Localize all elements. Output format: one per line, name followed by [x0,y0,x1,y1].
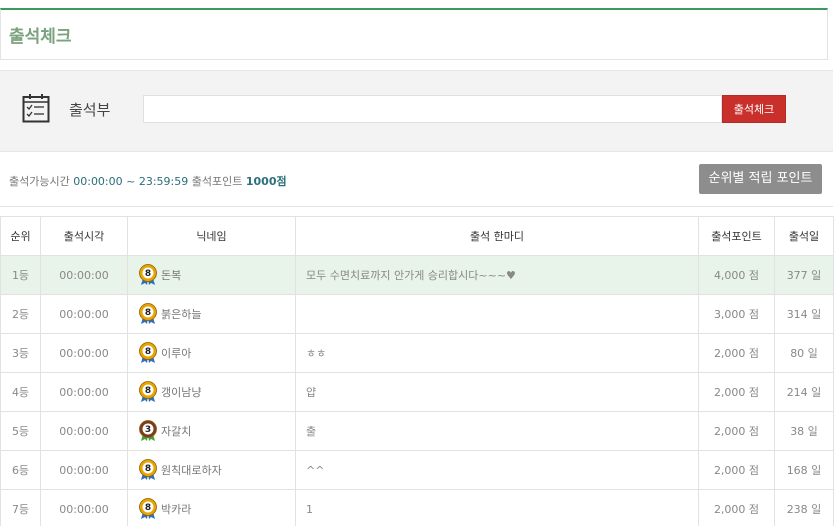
header-nickname: 닉네임 [127,216,296,256]
cell-points: 2,000 점 [698,450,775,490]
table-row: 4등 00:00:00 8 갱이남냥 얍 2,000 점 214 일 [0,372,834,412]
cell-days: 314 일 [774,294,834,334]
nickname-text: 박카라 [161,503,192,516]
svg-text:8: 8 [145,464,151,474]
page-title: 출석체크 [9,27,72,47]
cell-days: 168 일 [774,450,834,490]
cell-time: 00:00:00 [40,333,128,373]
level-badge-icon: 3 [139,420,157,441]
cell-time: 00:00:00 [40,489,128,526]
cell-rank: 5등 [0,411,41,451]
cell-rank: 7등 [0,489,41,526]
level-badge-icon: 8 [139,264,157,285]
cell-nickname[interactable]: 8 박카라 [127,489,296,526]
svg-text:8: 8 [145,308,151,318]
attendance-message-input[interactable] [143,95,722,123]
cell-message: ^^ [295,450,699,490]
table-row: 1등 00:00:00 8 돈복 모두 수면치료까지 안가게 승리합시다~~~♥ 4,00… [0,255,834,295]
cell-points: 4,000 점 [698,255,775,295]
cell-message: 모두 수면치료까지 안가게 승리합시다~~~♥ [295,255,699,295]
attendance-info-bar: 출석가능시간 00:00:00 ~ 23:59:59 출석포인트 1000점 순… [0,152,833,207]
header-points: 출석포인트 [698,216,775,256]
cell-time: 00:00:00 [40,255,128,295]
available-time-label: 출석가능시간 [9,175,70,188]
nickname-text: 이루아 [161,347,192,360]
level-badge-icon: 8 [139,342,157,363]
cell-time: 00:00:00 [40,294,128,334]
svg-text:8: 8 [145,347,151,357]
table-row: 2등 00:00:00 8 붉은하늘 3,000 점 314 일 [0,294,834,334]
table-row: 5등 00:00:00 3 자갈치 출 2,000 점 38 일 [0,411,834,451]
attendance-book-panel: 출석부 출석체크 [0,70,833,152]
cell-rank: 1등 [0,255,41,295]
cell-points: 2,000 점 [698,489,775,526]
cell-points: 2,000 점 [698,372,775,412]
cell-days: 214 일 [774,372,834,412]
attendance-point-value: 1000점 [245,175,287,188]
cell-message: 얍 [295,372,699,412]
cell-days: 38 일 [774,411,834,451]
rank-points-button[interactable]: 순위별 적립 포인트 [699,164,822,194]
cell-message: 출 [295,411,699,451]
nickname-text: 자갈치 [161,425,192,438]
svg-text:8: 8 [145,269,151,279]
cell-rank: 2등 [0,294,41,334]
cell-message: 1 [295,489,699,526]
nickname-text: 붉은하늘 [161,308,202,321]
cell-time: 00:00:00 [40,411,128,451]
attendance-check-button[interactable]: 출석체크 [722,95,786,123]
cell-nickname[interactable]: 8 이루아 [127,333,296,373]
level-badge-icon: 8 [139,381,157,402]
cell-time: 00:00:00 [40,372,128,412]
cell-nickname[interactable]: 8 갱이남냥 [127,372,296,412]
cell-days: 80 일 [774,333,834,373]
attendance-book-label: 출석부 [69,101,111,119]
attendance-table: 순위 출석시각 닉네임 출석 한마디 출석포인트 출석일 1등 00:00:00 8… [0,216,834,526]
nickname-text: 원칙대로하자 [161,464,222,477]
svg-text:8: 8 [145,503,151,513]
header-days: 출석일 [774,216,834,256]
level-badge-icon: 8 [139,459,157,480]
table-header-row: 순위 출석시각 닉네임 출석 한마디 출석포인트 출석일 [0,216,834,256]
cell-rank: 3등 [0,333,41,373]
cell-nickname[interactable]: 8 돈복 [127,255,296,295]
cell-nickname[interactable]: 8 원칙대로하자 [127,450,296,490]
nickname-text: 갱이남냥 [161,386,202,399]
table-row: 6등 00:00:00 8 원칙대로하자 ^^ 2,000 점 168 일 [0,450,834,490]
cell-days: 377 일 [774,255,834,295]
cell-days: 238 일 [774,489,834,526]
level-badge-icon: 8 [139,498,157,519]
cell-message: ㅎㅎ [295,333,699,373]
calendar-check-icon [22,94,50,123]
cell-message [295,294,699,334]
header-rank: 순위 [0,216,41,256]
available-time-range: 00:00:00 ~ 23:59:59 [73,175,189,188]
table-row: 3등 00:00:00 8 이루아 ㅎㅎ 2,000 점 80 일 [0,333,834,373]
cell-points: 2,000 점 [698,411,775,451]
page-header: 출석체크 [0,8,828,60]
cell-time: 00:00:00 [40,450,128,490]
header-message: 출석 한마디 [295,216,699,256]
cell-rank: 6등 [0,450,41,490]
svg-text:3: 3 [145,425,151,435]
table-row: 7등 00:00:00 8 박카라 1 2,000 점 238 일 [0,489,834,526]
cell-points: 2,000 점 [698,333,775,373]
svg-text:8: 8 [145,386,151,396]
level-badge-icon: 8 [139,303,157,324]
nickname-text: 돈복 [161,269,182,282]
cell-nickname[interactable]: 8 붉은하늘 [127,294,296,334]
header-time: 출석시각 [40,216,128,256]
cell-nickname[interactable]: 3 자갈치 [127,411,296,451]
attendance-point-label: 출석포인트 [191,175,243,188]
cell-rank: 4등 [0,372,41,412]
attendance-info-text: 출석가능시간 00:00:00 ~ 23:59:59 출석포인트 1000점 [9,173,287,189]
cell-points: 3,000 점 [698,294,775,334]
